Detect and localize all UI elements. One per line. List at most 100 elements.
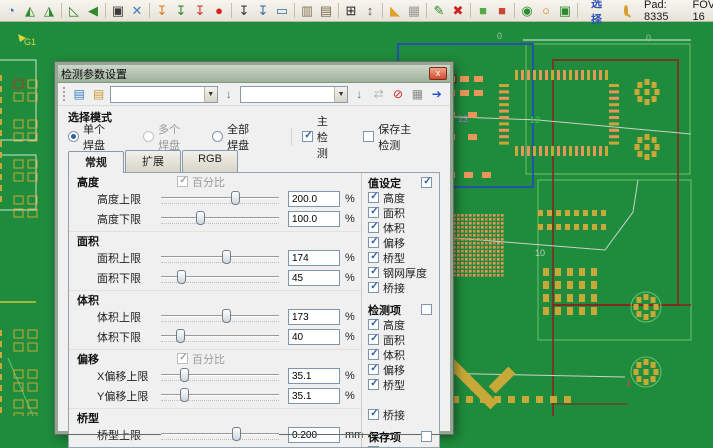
- preset-combo[interactable]: ▼: [240, 86, 348, 103]
- mode-checkbox-1[interactable]: 主检测: [302, 113, 335, 161]
- slider-thumb[interactable]: [196, 211, 205, 225]
- check-item-高度[interactable]: 高度: [368, 190, 436, 205]
- slider-高度下限[interactable]: [161, 211, 279, 227]
- pin-green-icon[interactable]: ↧: [172, 2, 190, 20]
- slider-X偏移上限[interactable]: [161, 368, 279, 384]
- pin-black-icon[interactable]: ↧: [235, 2, 253, 20]
- preset-combo[interactable]: ▼: [110, 86, 218, 103]
- radio-option-3[interactable]: 全部焊盘: [212, 121, 253, 153]
- mode-checkbox-2[interactable]: 保存主检测: [363, 121, 412, 153]
- item-checkbox[interactable]: [368, 192, 379, 203]
- item-checkbox[interactable]: [368, 319, 379, 330]
- check-item-桥型[interactable]: 桥型: [368, 250, 436, 265]
- history-icon[interactable]: ◔: [2, 2, 20, 20]
- slider-thumb[interactable]: [222, 309, 231, 323]
- chevron-down-icon[interactable]: ▼: [334, 87, 347, 102]
- pin-orange-icon[interactable]: ↧: [153, 2, 171, 20]
- slider-thumb[interactable]: [231, 191, 240, 205]
- check-item-体积[interactable]: 体积: [368, 347, 436, 362]
- screen-icon[interactable]: ▣: [109, 2, 127, 20]
- item-checkbox[interactable]: [368, 364, 379, 375]
- forbid-icon[interactable]: ⊘: [390, 86, 406, 102]
- item-checkbox[interactable]: [368, 222, 379, 233]
- check-item-体积[interactable]: 体积: [368, 220, 436, 235]
- sort-az-icon[interactable]: ↕: [361, 2, 379, 20]
- selection-rect-icon[interactable]: ▭: [273, 2, 291, 20]
- percent-checkbox[interactable]: [177, 176, 188, 187]
- measure-left-icon[interactable]: ◭: [21, 2, 39, 20]
- slider-thumb[interactable]: [180, 388, 189, 402]
- slider-track[interactable]: [161, 374, 279, 375]
- value-field-面积下限[interactable]: [288, 270, 340, 286]
- import-icon[interactable]: ↓: [221, 86, 237, 102]
- select-mode-button[interactable]: 选择: [581, 0, 612, 27]
- chevron-down-icon[interactable]: ▼: [204, 87, 217, 102]
- pin-blue-icon[interactable]: ↧: [254, 2, 272, 20]
- slider-thumb[interactable]: [180, 368, 189, 382]
- measure-right-icon[interactable]: ◮: [40, 2, 58, 20]
- value-field-X偏移上限[interactable]: [288, 368, 340, 384]
- set-square-icon[interactable]: ◣: [386, 2, 404, 20]
- check-item-面积[interactable]: 面积: [368, 205, 436, 220]
- value-field-高度上限[interactable]: [288, 191, 340, 207]
- grid-icon[interactable]: ▦: [405, 2, 423, 20]
- value-field-桥型上限[interactable]: [288, 427, 340, 443]
- item-checkbox[interactable]: [368, 267, 379, 278]
- radio-option-1[interactable]: 单个焊盘: [68, 121, 109, 153]
- radio-button[interactable]: [212, 131, 223, 142]
- check-item-高度[interactable]: 高度: [368, 317, 436, 332]
- percent-checkbox[interactable]: [177, 353, 188, 364]
- slider-Y偏移上限[interactable]: [161, 388, 279, 404]
- slider-track[interactable]: [161, 433, 279, 434]
- slider-面积上限[interactable]: [161, 250, 279, 266]
- check-item-偏移[interactable]: 偏移: [368, 235, 436, 250]
- delete-icon[interactable]: ✖: [449, 2, 467, 20]
- group-master-checkbox[interactable]: [421, 304, 432, 315]
- check-item-桥型[interactable]: 桥型: [368, 377, 436, 392]
- magnifier-icon[interactable]: [624, 5, 628, 16]
- save-as-icon[interactable]: ▤: [90, 86, 106, 102]
- dialog-titlebar[interactable]: 检测参数设置 x: [58, 65, 450, 83]
- slider-thumb[interactable]: [232, 427, 241, 441]
- slider-track[interactable]: [161, 197, 279, 198]
- slider-thumb[interactable]: [177, 270, 186, 284]
- check-item-高度[interactable]: 高度: [368, 444, 436, 448]
- item-checkbox[interactable]: [368, 334, 379, 345]
- chart-edit-icon[interactable]: ✎: [430, 2, 448, 20]
- tab-扩展[interactable]: 扩展: [125, 150, 181, 172]
- item-checkbox[interactable]: [368, 237, 379, 248]
- value-field-面积上限[interactable]: [288, 250, 340, 266]
- pin-red-icon[interactable]: ↧: [191, 2, 209, 20]
- horn-icon[interactable]: ◀: [84, 2, 102, 20]
- save-pad-icon[interactable]: ▤: [71, 86, 87, 102]
- slider-高度上限[interactable]: [161, 191, 279, 207]
- board-view-icon[interactable]: ▥: [298, 2, 316, 20]
- group-master-checkbox[interactable]: [421, 431, 432, 442]
- circle-orange-icon[interactable]: ○: [537, 2, 555, 20]
- triangle-ruler-icon[interactable]: ◺: [65, 2, 83, 20]
- slider-桥型上限[interactable]: [161, 427, 279, 443]
- check-item-桥接[interactable]: 桥接: [368, 280, 436, 295]
- tab-RGB[interactable]: RGB: [182, 150, 238, 172]
- slider-track[interactable]: [161, 315, 279, 316]
- value-field-体积上限[interactable]: [288, 309, 340, 325]
- radio-button[interactable]: [68, 131, 79, 142]
- close-icon[interactable]: x: [429, 67, 447, 80]
- disk-icon[interactable]: ▦: [409, 86, 425, 102]
- exit-icon[interactable]: ➔: [429, 86, 445, 102]
- tools-icon[interactable]: ✕: [128, 2, 146, 20]
- slider-体积上限[interactable]: [161, 309, 279, 325]
- slider-track[interactable]: [161, 217, 279, 218]
- checkbox[interactable]: [363, 131, 374, 142]
- check-item-面积[interactable]: 面积: [368, 332, 436, 347]
- apply-green-icon[interactable]: ■: [474, 2, 492, 20]
- item-checkbox[interactable]: [368, 282, 379, 293]
- value-field-高度下限[interactable]: [288, 211, 340, 227]
- check-item-桥接[interactable]: 桥接: [368, 407, 436, 422]
- check-item-钢网厚度[interactable]: 钢网厚度: [368, 265, 436, 280]
- stop-red-icon[interactable]: ■: [493, 2, 511, 20]
- import2-icon[interactable]: ↓: [351, 86, 367, 102]
- camera-icon[interactable]: ▤: [317, 2, 335, 20]
- square-green-icon[interactable]: ▣: [556, 2, 574, 20]
- quad-grid-icon[interactable]: ⊞: [342, 2, 360, 20]
